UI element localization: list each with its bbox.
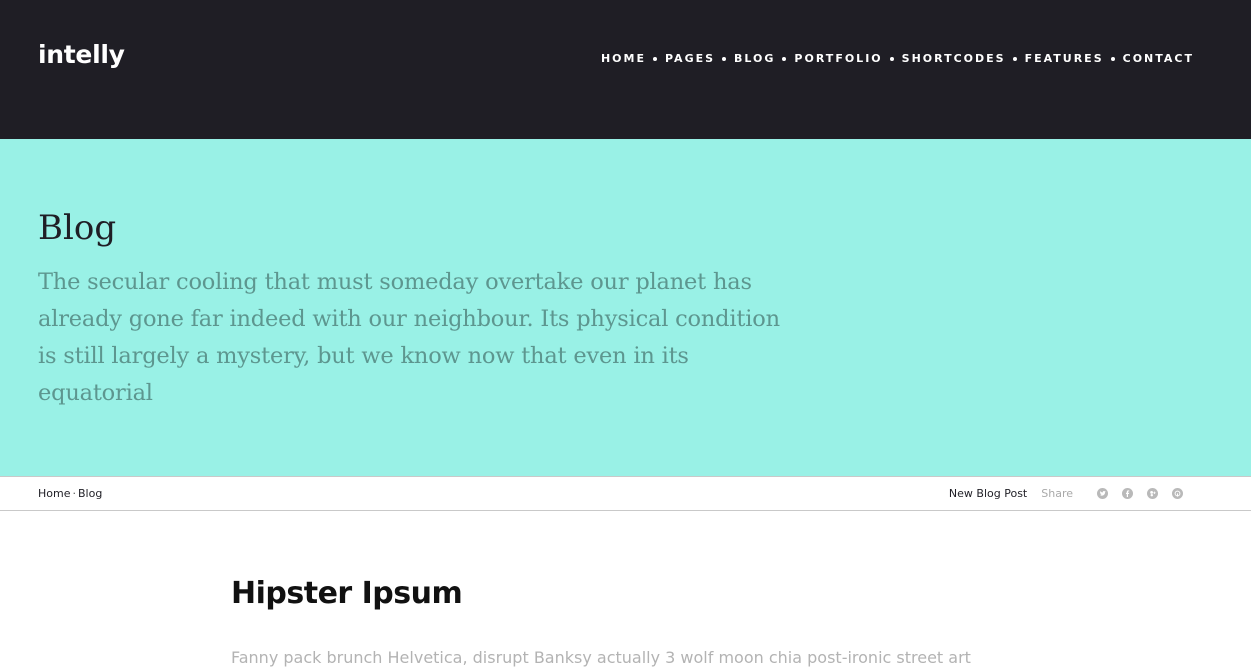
nav-item-features[interactable]: FEATURES bbox=[1025, 51, 1104, 67]
breadcrumb-bar: Home · Blog New Blog Post Share bbox=[0, 476, 1251, 511]
site-header: intelly HOME PAGES BLOG PORTFOLIO SHORTC… bbox=[0, 0, 1251, 139]
post-actions: New Blog Post Share bbox=[949, 486, 1183, 501]
hero-description: The secular cooling that must someday ov… bbox=[38, 269, 780, 406]
facebook-icon[interactable] bbox=[1122, 488, 1133, 499]
post-title[interactable]: Hipster Ipsum bbox=[231, 574, 463, 614]
google-plus-icon[interactable] bbox=[1147, 488, 1158, 499]
nav-item-shortcodes[interactable]: SHORTCODES bbox=[902, 51, 1006, 67]
nav-item-home[interactable]: HOME bbox=[601, 51, 646, 67]
nav-item-contact[interactable]: CONTACT bbox=[1123, 51, 1194, 67]
breadcrumb-home-link[interactable]: Home bbox=[38, 487, 70, 501]
site-logo[interactable]: intelly bbox=[38, 40, 125, 69]
new-blog-post-link[interactable]: New Blog Post bbox=[949, 486, 1027, 501]
nav-separator-dot bbox=[889, 57, 894, 61]
nav-separator-dot bbox=[722, 57, 727, 61]
nav-separator-dot bbox=[653, 57, 657, 61]
nav-item-blog[interactable]: BLOG bbox=[734, 51, 775, 67]
breadcrumb: Home · Blog bbox=[38, 487, 102, 501]
nav-separator-dot bbox=[1110, 57, 1115, 61]
nav-separator-dot bbox=[782, 57, 787, 61]
breadcrumb-current: Blog bbox=[77, 487, 103, 500]
nav-item-pages[interactable]: PAGES bbox=[665, 51, 715, 67]
share-label: Share bbox=[1041, 487, 1073, 500]
breadcrumb-separator: · bbox=[72, 487, 76, 500]
twitter-icon[interactable] bbox=[1097, 488, 1108, 499]
page-hero: Blog The secular cooling that must somed… bbox=[0, 139, 1251, 476]
page-title: Blog bbox=[38, 208, 117, 248]
main-nav: HOME PAGES BLOG PORTFOLIO SHORTCODES FEA… bbox=[601, 51, 1194, 67]
post-excerpt: Fanny pack brunch Helvetica, disrupt Ban… bbox=[231, 648, 971, 667]
pinterest-icon[interactable] bbox=[1172, 488, 1183, 499]
nav-separator-dot bbox=[1012, 57, 1017, 61]
nav-item-portfolio[interactable]: PORTFOLIO bbox=[794, 51, 882, 67]
